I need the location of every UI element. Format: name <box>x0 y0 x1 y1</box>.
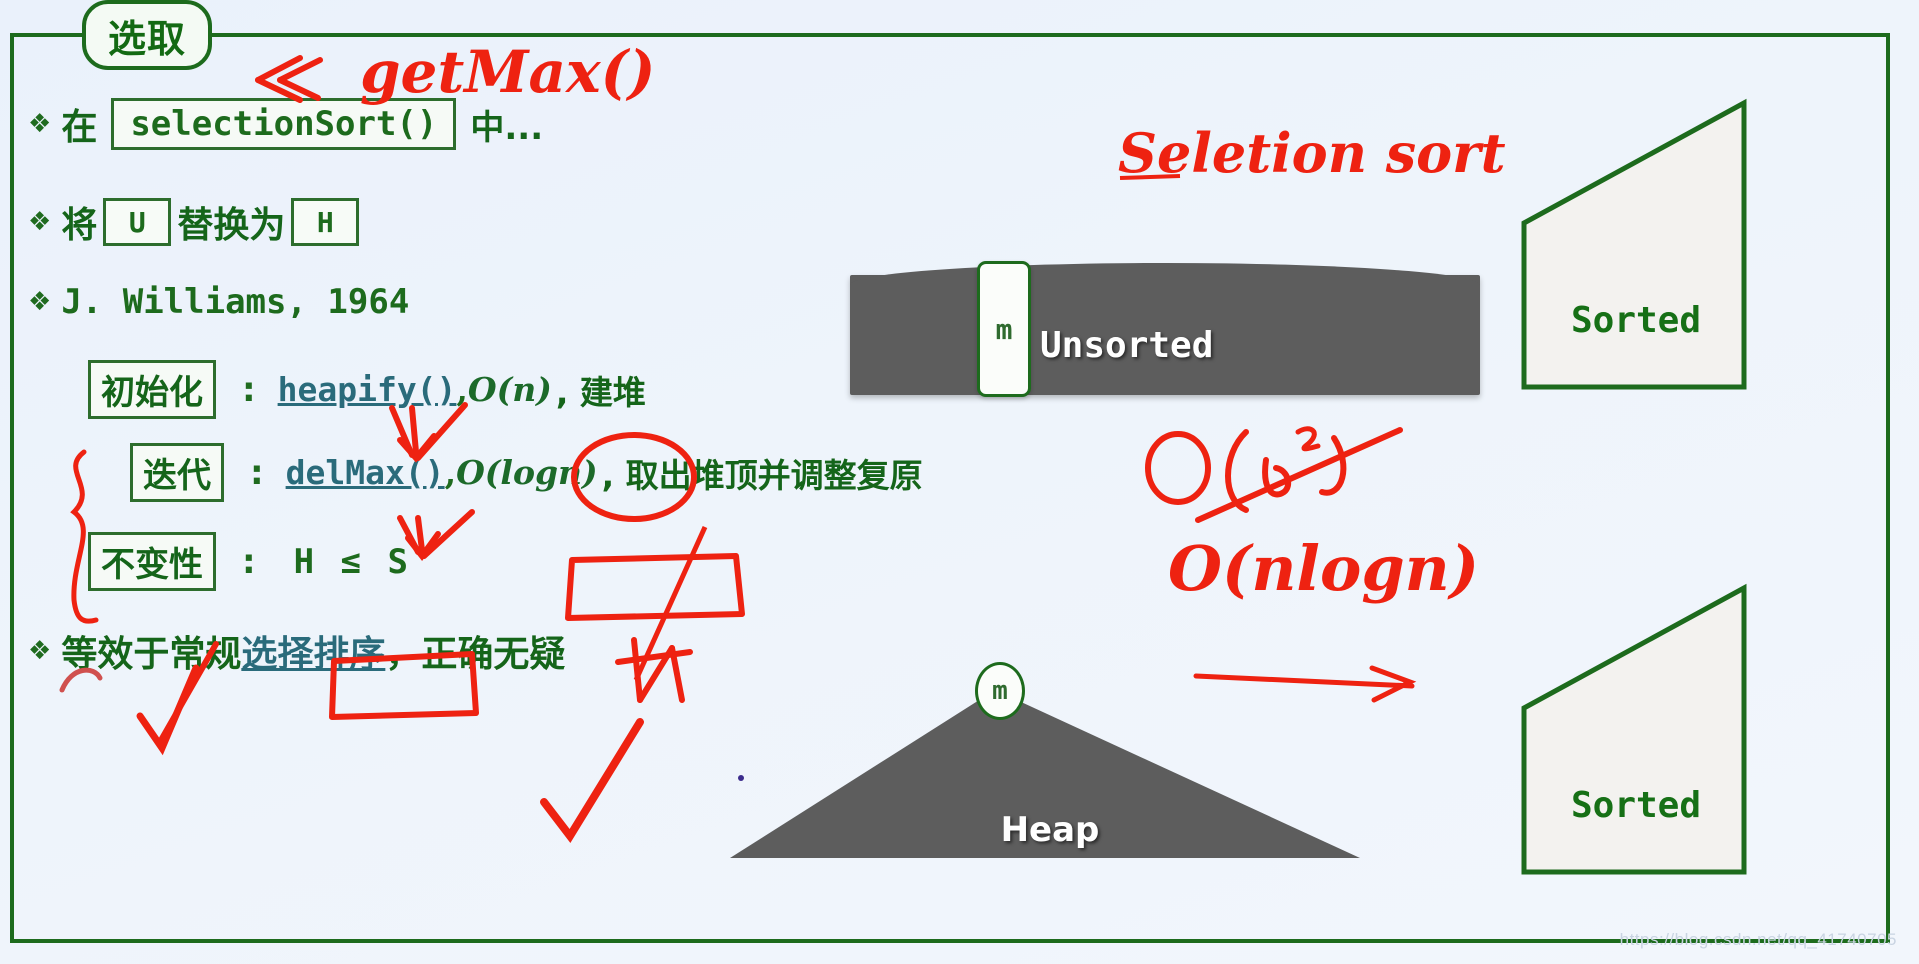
bullet-diamond-icon: ❖ <box>28 109 52 139</box>
sep-iterate: , <box>444 453 457 492</box>
bullet-row-equivalence: ❖ 等效于常规 选择排序 ，正确无疑 <box>28 625 565 677</box>
bullet-diamond-icon: ❖ <box>28 287 52 317</box>
sorted-polygon-top <box>1521 98 1747 390</box>
slide-canvas: 选取 ❖ 在 selectionSort() 中... ❖ 将 U 替换为 H … <box>0 0 1919 964</box>
sorted-block-top: Sorted <box>1516 95 1756 395</box>
annotation-getmax: getMax() <box>360 38 656 106</box>
row1-suffix: 中... <box>470 107 544 148</box>
max-element-cell: m <box>977 261 1031 397</box>
note-initialize: , 建堆 <box>555 372 646 412</box>
colon-iterate: : <box>250 452 264 493</box>
selectionsort-code-box: selectionSort() <box>111 98 457 150</box>
slide-title-badge: 选取 <box>82 0 212 70</box>
row2-middle: 替换为 <box>177 205 286 246</box>
bullet-row-attribution: ❖ J. Williams, 1964 <box>28 282 409 322</box>
tag-label-iterate: 迭代 <box>143 456 211 496</box>
unsorted-label: Unsorted <box>1040 325 1214 366</box>
heap-root-node: m <box>975 662 1025 720</box>
complexity-delmax: O(logn) <box>456 453 598 492</box>
link-heapify[interactable]: heapify() <box>278 370 457 409</box>
definition-row-invariant: 不变性 : H ≤ S <box>88 532 427 591</box>
tag-box-iterate: 迭代 <box>130 443 224 502</box>
link-selection-sort-cn[interactable]: 选择排序 <box>241 625 385 677</box>
bullet-row-replace: ❖ 将 U 替换为 H <box>28 196 365 248</box>
row2-prefix: 将 <box>61 205 98 246</box>
equivalence-suffix: ，正确无疑 <box>385 634 566 675</box>
sorted-label-top: Sorted <box>1570 300 1702 341</box>
tag-label-initialize: 初始化 <box>101 373 203 413</box>
symbol-box-h: H <box>291 198 360 246</box>
big-checkmark-icon <box>540 718 644 844</box>
sorted-shape-bottom-svg <box>1521 583 1747 875</box>
complexity-heapify: O(n) <box>467 370 552 409</box>
heap-label: Heap <box>1000 810 1100 850</box>
heap-triangle-svg <box>730 690 1360 858</box>
sorted-label-bottom: Sorted <box>1570 785 1702 826</box>
unsorted-bar: Unsorted m <box>850 261 1480 397</box>
symbol-u: U <box>128 205 146 239</box>
tag-box-initialize: 初始化 <box>88 360 216 419</box>
link-delmax[interactable]: delMax() <box>286 453 445 492</box>
arrow-to-title-icon <box>255 55 323 103</box>
bullet-diamond-icon: ❖ <box>28 636 52 666</box>
slash-through-o-logn-icon <box>633 525 708 682</box>
symbol-h: H <box>316 205 334 239</box>
heap-block: Heap m <box>720 662 1380 880</box>
symbol-box-u: U <box>103 198 172 246</box>
checkmark-invariant-icon <box>136 664 200 756</box>
sep-initialize: , <box>456 370 468 409</box>
definition-row-iterate: 迭代 : delMax() , O(logn) , 取出堆顶并调整复原 <box>130 443 923 502</box>
invariant-expression: H ≤ S <box>293 541 411 582</box>
scribble-n-icon <box>615 637 693 703</box>
attribution-text: J. Williams, 1964 <box>61 282 410 322</box>
sorting-diagram: Unsorted m Sorted Sorted Heap m <box>730 80 1910 910</box>
row1-prefix: 在 <box>61 107 98 148</box>
selectionsort-code: selectionSort() <box>130 104 438 144</box>
box-around-o-logn-icon <box>565 553 745 621</box>
unsorted-bar-hump <box>850 263 1480 285</box>
invariant-expression-box: H ≤ S <box>278 540 427 584</box>
bullet-row-selectionsort: ❖ 在 selectionSort() 中... <box>28 98 543 150</box>
tag-label-invariant: 不变性 <box>101 545 203 585</box>
colon-initialize: : <box>242 369 256 410</box>
equivalence-prefix: 等效于常规 <box>61 634 242 675</box>
watermark: https://blog.csdn.net/qq_41740705 <box>1619 930 1897 949</box>
definition-row-initialize: 初始化 : heapify() , O(n) , 建堆 <box>88 360 646 419</box>
tag-box-invariant: 不变性 <box>88 532 216 591</box>
sorted-polygon-bottom <box>1521 583 1747 875</box>
colon-invariant: : <box>242 541 256 582</box>
sorted-shape-top-svg <box>1521 98 1747 390</box>
sorted-block-bottom: Sorted <box>1516 580 1756 880</box>
stray-dot-marker <box>738 775 744 781</box>
bullet-diamond-icon: ❖ <box>28 207 52 237</box>
